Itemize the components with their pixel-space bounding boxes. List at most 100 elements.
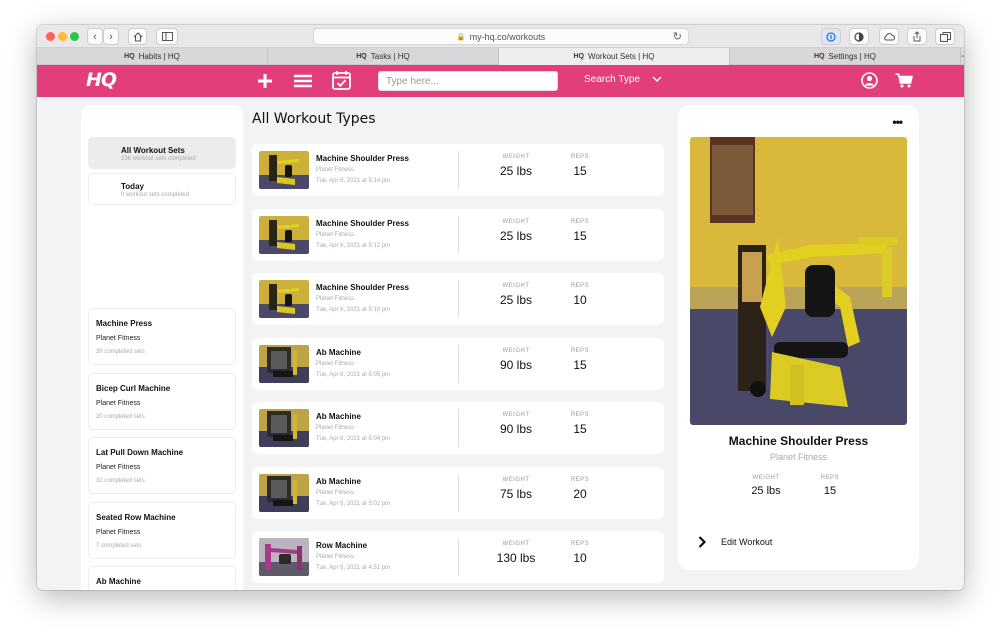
- machine-gym: Planet Fitness: [96, 529, 141, 536]
- detail-gym: Planet Fitness: [769, 452, 828, 462]
- sidebar: All Workout Sets 236 workout sets comple…: [81, 105, 243, 590]
- machine-name: Lat Pull Down Machine: [96, 448, 184, 457]
- weight-label: WEIGHT: [502, 283, 530, 289]
- zoom-window-button[interactable]: [70, 32, 79, 41]
- detail-machine-name: Machine Shoulder Press: [728, 434, 869, 448]
- tab-workout-sets[interactable]: HQ Workout Sets | HQ: [499, 48, 730, 65]
- filter-subtitle: 236 workout sets completed: [121, 156, 196, 162]
- filter-today[interactable]: Today 0 workout sets completed: [88, 173, 236, 205]
- set-date: Tue, Apr 6, 2021 at 5:10 pm: [316, 307, 391, 313]
- more-options-icon[interactable]: •••: [892, 115, 903, 129]
- home-icon: [133, 31, 142, 42]
- hq-favicon-icon: HQ: [356, 53, 367, 60]
- workout-set-row[interactable]: Row Machine Planet Fitness Tue, Apr 6, 202…: [252, 531, 664, 583]
- machine-card[interactable]: Lat Pull Down Machine Planet Fitness 32 …: [88, 437, 236, 494]
- search-input[interactable]: [378, 71, 558, 91]
- calendar-icon[interactable]: [332, 70, 351, 90]
- tab-habits[interactable]: HQ Habits | HQ: [37, 48, 268, 65]
- edit-workout-button[interactable]: Edit Workout: [698, 536, 772, 548]
- machine-count: 32 completed sets: [96, 478, 145, 484]
- add-icon[interactable]: [257, 73, 273, 89]
- workout-detail-panel: ••• Machine Shoulder Press Planet Fitnes…: [678, 105, 919, 570]
- privacy-extension-button[interactable]: [849, 28, 869, 45]
- back-button[interactable]: ‹: [87, 28, 103, 45]
- machine-card[interactable]: Seated Row Machine Planet Fitness 7 comp…: [88, 502, 236, 559]
- menu-icon[interactable]: [294, 74, 312, 88]
- cart-icon[interactable]: [895, 73, 913, 88]
- weight-label: WEIGHT: [502, 541, 530, 547]
- close-window-button[interactable]: [46, 32, 55, 41]
- address-bar[interactable]: 🔒 my-hq.co/workouts ↻: [313, 28, 689, 45]
- weight-label: WEIGHT: [502, 412, 530, 418]
- set-machine-name: Machine Shoulder Press: [316, 154, 409, 163]
- set-gym: Planet Fitness: [316, 554, 355, 560]
- share-button[interactable]: [907, 28, 927, 45]
- plus-icon: +: [961, 49, 964, 63]
- set-gym: Planet Fitness: [316, 296, 355, 302]
- hq-logo[interactable]: HQ: [86, 69, 117, 91]
- set-machine-name: Ab Machine: [316, 477, 361, 486]
- set-gym: Planet Fitness: [316, 232, 355, 238]
- machine-thumbnail: [259, 538, 309, 576]
- weight-label: WEIGHT: [502, 154, 530, 160]
- weight-value: 25 lbs: [499, 229, 533, 243]
- home-button[interactable]: [128, 28, 147, 45]
- sidebar-toggle-button[interactable]: [156, 28, 178, 45]
- machine-gym: Planet Fitness: [96, 464, 141, 471]
- new-tab-button[interactable]: +: [961, 48, 964, 64]
- set-gym: Planet Fitness: [316, 167, 355, 173]
- row-divider: [458, 151, 459, 189]
- chevron-down-icon: [652, 76, 662, 83]
- machine-count: 7 completed sets: [96, 543, 142, 549]
- browser-toolbar: ‹ › 🔒 my-hq.co/workouts ↻: [37, 25, 964, 48]
- reps-value: 10: [573, 551, 587, 565]
- machine-gym: Planet Fitness: [96, 400, 141, 407]
- machine-thumbnail: [259, 474, 309, 512]
- tabs-overview-button[interactable]: [935, 28, 955, 45]
- workout-set-row[interactable]: Ab Machine Planet Fitness Tue, Apr 6, 2021…: [252, 402, 664, 454]
- machine-card[interactable]: Ab Machine: [88, 566, 236, 590]
- machine-thumbnail: [259, 345, 309, 383]
- hq-favicon-icon: HQ: [573, 53, 585, 60]
- tab-tasks[interactable]: HQ Tasks | HQ: [268, 48, 499, 65]
- workout-set-row[interactable]: Machine Shoulder Press Planet Fitness Tue,…: [252, 144, 664, 196]
- weight-label: WEIGHT: [502, 219, 530, 225]
- minimize-window-button[interactable]: [58, 32, 67, 41]
- workout-set-row[interactable]: Ab Machine Planet Fitness Tue, Apr 6, 2021…: [252, 467, 664, 519]
- row-divider: [458, 280, 459, 318]
- tab-settings[interactable]: HQ Settings | HQ: [730, 48, 961, 65]
- reps-label: REPS: [570, 154, 590, 160]
- browser-window: ‹ › 🔒 my-hq.co/workouts ↻ HQ Habits | HQ…: [37, 25, 964, 590]
- forward-button[interactable]: ›: [103, 28, 119, 45]
- tab-label: Settings | HQ: [828, 52, 876, 61]
- filter-all-workout-sets[interactable]: All Workout Sets 236 workout sets comple…: [88, 137, 236, 169]
- user-icon[interactable]: [861, 72, 878, 89]
- filter-title: Today: [121, 182, 144, 191]
- reps-value: 15: [573, 358, 587, 372]
- cloud-icon: [884, 33, 895, 41]
- set-gym: Planet Fitness: [316, 361, 355, 367]
- machine-gym: Planet Fitness: [96, 335, 141, 342]
- app-header: HQ Search Type: [37, 65, 964, 97]
- sidebar-icon: [161, 32, 173, 41]
- set-date: Tue, Apr 6, 2021 at 5:12 pm: [316, 243, 391, 249]
- detail-reps-label: REPS: [820, 475, 840, 481]
- machine-thumbnail: [259, 216, 309, 254]
- tab-bar: HQ Habits | HQ HQ Tasks | HQ HQ Workout Set…: [37, 48, 964, 65]
- set-date: Tue, Apr 6, 2021 at 5:04 pm: [316, 436, 391, 442]
- machine-card[interactable]: Bicep Curl Machine Planet Fitness 20 com…: [88, 373, 236, 430]
- reload-icon[interactable]: ↻: [673, 30, 682, 43]
- machine-name: Seated Row Machine: [96, 513, 176, 522]
- tabs-icon: [939, 31, 951, 42]
- row-divider: [458, 538, 459, 576]
- workout-set-row[interactable]: Machine Shoulder Press Planet Fitness Tue,…: [252, 273, 664, 325]
- password-icon: [826, 31, 836, 42]
- password-extension-button[interactable]: [821, 28, 841, 45]
- reps-value: 20: [573, 487, 587, 501]
- workout-set-row[interactable]: Ab Machine Planet Fitness Tue, Apr 6, 2021…: [252, 338, 664, 390]
- machine-card[interactable]: Machine Press Planet Fitness 39 complete…: [88, 308, 236, 365]
- chevron-right-icon: ›: [109, 30, 113, 43]
- search-type-dropdown[interactable]: Search Type: [584, 74, 662, 85]
- workout-set-row[interactable]: Machine Shoulder Press Planet Fitness Tue,…: [252, 209, 664, 261]
- cloud-button[interactable]: [879, 28, 899, 45]
